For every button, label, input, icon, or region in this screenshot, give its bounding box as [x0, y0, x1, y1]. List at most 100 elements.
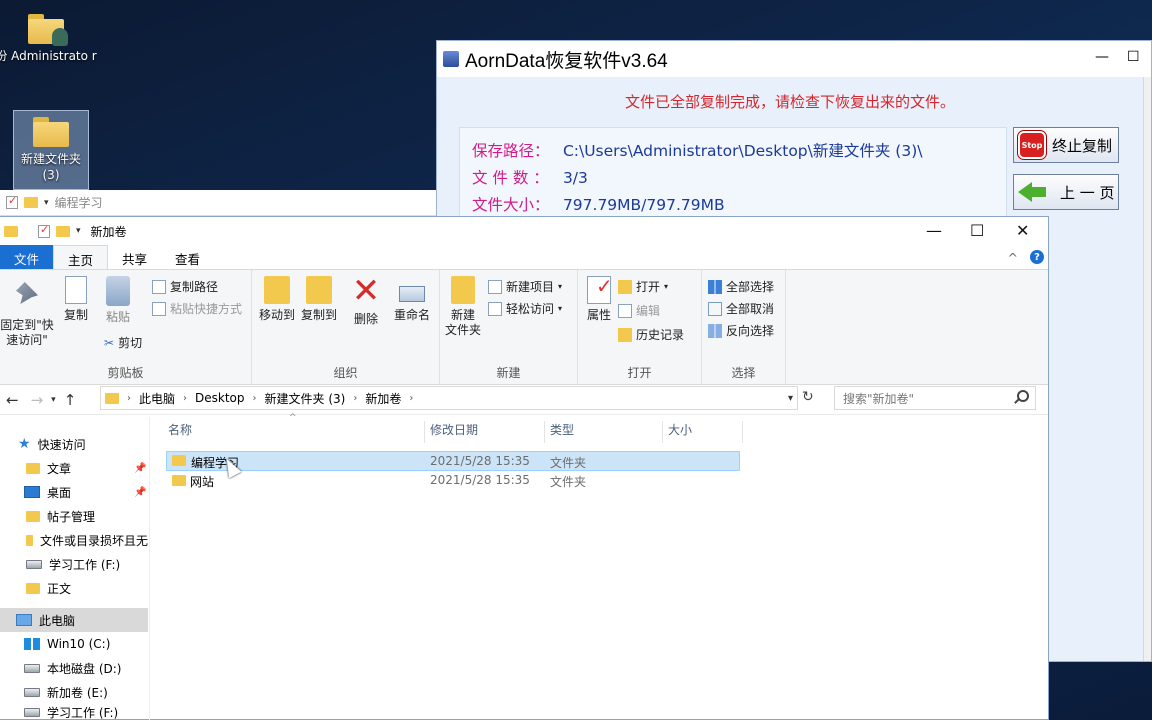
background-window-title: 编程学习 [54, 196, 103, 210]
open-group-label: 打开 [627, 366, 652, 380]
properties-button[interactable]: 属性 [584, 276, 614, 323]
select-none-button[interactable]: 全部取消 [708, 300, 774, 317]
tab-view[interactable]: 查看 [161, 245, 214, 269]
collapse-ribbon-icon[interactable]: ^ [1008, 250, 1018, 265]
new-item-button[interactable]: 新建项目 ▾ [488, 278, 562, 295]
close-button[interactable]: ✕ [1016, 221, 1029, 240]
paste-shortcut-button[interactable]: 粘贴快捷方式 [152, 300, 242, 317]
qat-dropdown-icon[interactable]: ▾ [76, 226, 81, 236]
qat-dropdown-icon[interactable]: ▾ [44, 198, 49, 208]
stop-copy-button[interactable]: Stop 终止复制 [1013, 127, 1119, 163]
address-dropdown-icon[interactable]: ▾ [788, 393, 793, 404]
column-date-modified[interactable]: 修改日期 [430, 421, 478, 438]
forward-button[interactable]: → [25, 391, 50, 409]
tab-home[interactable]: 主页 [53, 245, 109, 269]
breadcrumb-desktop[interactable]: Desktop [195, 391, 245, 405]
minimize-button[interactable]: — [1095, 49, 1109, 65]
new-folder-icon[interactable] [56, 225, 70, 237]
scrollbar[interactable] [1143, 77, 1151, 661]
move-to-icon [264, 276, 290, 304]
refresh-button[interactable]: ↻ [802, 389, 814, 405]
group-new: 新建 文件夹 新建项目 ▾ 轻松访问 ▾ 新建 [440, 270, 578, 384]
tab-share[interactable]: 共享 [108, 245, 161, 269]
back-button[interactable]: ← [0, 391, 25, 409]
breadcrumb-new-folder-3[interactable]: 新建文件夹 (3) [265, 390, 346, 407]
nav-label: 学习工作 (F:) [49, 557, 121, 572]
ribbon-tabs: 文件 主页 共享 查看 ^ ? [0, 245, 1048, 269]
explorer-titlebar[interactable]: ▾ 新加卷 — ☐ ✕ [0, 217, 1048, 245]
edit-button[interactable]: 编辑 [618, 302, 660, 319]
minimize-button[interactable]: — [926, 221, 942, 240]
open-button[interactable]: 打开 ▾ [618, 278, 668, 295]
back-arrow-icon [1018, 181, 1046, 203]
aorn-window-title: AornData恢复软件v3.64 [465, 50, 668, 72]
breadcrumb-this-pc[interactable]: 此电脑 [139, 390, 175, 407]
select-group-label: 选择 [731, 366, 756, 380]
desktop-icon-administrator[interactable]: 份 Administrato r [0, 8, 97, 64]
move-to-button[interactable]: 移动到 [258, 276, 296, 323]
nav-drive-c[interactable]: Win10 (C:) [0, 632, 148, 656]
nav-drive-e[interactable]: 新加卷 (E:) [0, 680, 148, 704]
column-name[interactable]: 名称 [168, 421, 192, 438]
maximize-button[interactable]: ☐ [1127, 49, 1140, 65]
address-bar[interactable]: › 此电脑 › Desktop › 新建文件夹 (3) › 新加卷 › ▾ [100, 386, 798, 410]
rename-button[interactable]: 重命名 [390, 276, 434, 323]
search-input[interactable]: 搜索"新加卷" [834, 386, 1036, 410]
nav-this-pc[interactable]: 此电脑 [0, 608, 148, 632]
easy-access-button[interactable]: 轻松访问 ▾ [488, 300, 562, 317]
paste-label: 粘贴 [105, 310, 130, 324]
pin-to-quick-access-button[interactable]: 固定到"快速访问" [0, 276, 54, 348]
file-row-website[interactable]: 网站 2021/5/28 15:35 文件夹 [166, 471, 740, 491]
nav-item-post-management[interactable]: 帖子管理 [0, 504, 148, 528]
nav-drive-f[interactable]: 学习工作 (F:) [0, 704, 148, 720]
properties-icon [6, 194, 18, 209]
file-count-value: 3/3 [562, 169, 588, 187]
aorn-titlebar[interactable]: AornData恢复软件v3.64 — ☐ [437, 41, 1151, 77]
nav-item-main-text[interactable]: 正文 [0, 576, 148, 600]
help-icon[interactable]: ? [1030, 250, 1044, 264]
up-button[interactable]: ↑ [58, 391, 83, 409]
recent-locations-button[interactable]: ▾ [49, 395, 58, 405]
background-explorer-titlebar[interactable]: ▾ 编程学习 [0, 190, 440, 216]
folder-icon [172, 455, 186, 466]
file-date: 2021/5/28 15:35 [430, 454, 530, 468]
paste-button[interactable]: 粘贴 [102, 276, 134, 325]
properties-label: 属性 [586, 308, 611, 322]
desktop-icon-new-folder-3[interactable]: 新建文件夹 (3) [13, 110, 89, 190]
nav-drive-d[interactable]: 本地磁盘 (D:) [0, 656, 148, 680]
drive-icon [24, 708, 40, 717]
file-row-programming[interactable]: 编程学习 2021/5/28 15:35 文件夹 [166, 451, 740, 471]
nav-quick-access[interactable]: ★ 快速访问 [0, 432, 148, 456]
column-size[interactable]: 大小 [668, 421, 692, 438]
column-type[interactable]: 类型 [550, 421, 574, 438]
file-type: 文件夹 [550, 475, 587, 489]
save-path-value: C:\Users\Administrator\Desktop\新建文件夹 (3)… [562, 142, 923, 160]
select-none-label: 全部取消 [726, 302, 775, 316]
maximize-button[interactable]: ☐ [970, 221, 984, 240]
nav-item-corrupted-folder[interactable]: 文件或目录损坏且无 [0, 528, 148, 552]
breadcrumb-new-volume[interactable]: 新加卷 [365, 390, 401, 407]
copy-button[interactable]: 复制 [60, 276, 92, 323]
cut-button[interactable]: ✂ 剪切 [104, 334, 142, 351]
new-folder-icon [451, 276, 475, 304]
move-to-label: 移动到 [258, 308, 295, 322]
properties-icon[interactable] [38, 223, 50, 238]
copy-path-button[interactable]: 复制路径 [152, 278, 218, 295]
invert-selection-button[interactable]: 反向选择 [708, 322, 774, 339]
history-button[interactable]: 历史记录 [618, 326, 684, 343]
nav-item-articles[interactable]: 文章 📌 [0, 456, 148, 480]
pin-icon: 📌 [134, 486, 147, 498]
previous-page-button[interactable]: 上 一 页 [1013, 174, 1119, 210]
nav-label: 帖子管理 [47, 509, 96, 524]
nav-item-study-work-f[interactable]: 学习工作 (F:) [0, 552, 148, 576]
new-group-label: 新建 [496, 366, 521, 380]
paste-shortcut-label: 粘贴快捷方式 [170, 302, 243, 316]
nav-item-desktop[interactable]: 桌面 📌 [0, 480, 148, 504]
copy-to-button[interactable]: 复制到 [300, 276, 338, 323]
new-folder-label: 新建 文件夹 [444, 308, 481, 337]
history-label: 历史记录 [636, 328, 685, 342]
delete-button[interactable]: ✕ 删除 [350, 274, 382, 327]
tab-file[interactable]: 文件 [0, 245, 54, 269]
new-folder-button[interactable]: 新建 文件夹 [444, 276, 482, 338]
select-all-button[interactable]: 全部选择 [708, 278, 774, 295]
